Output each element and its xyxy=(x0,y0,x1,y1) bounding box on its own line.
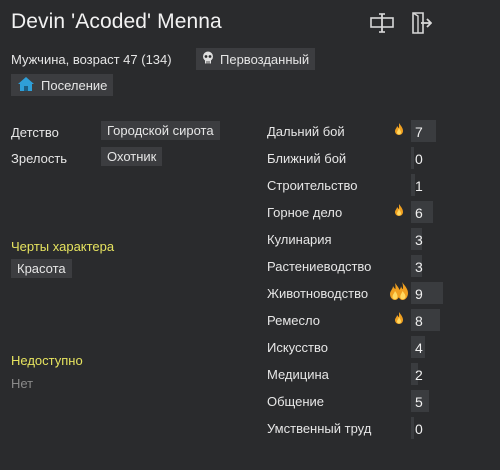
skill-name: Животноводство xyxy=(267,286,369,301)
skill-level-value: 0 xyxy=(415,151,423,167)
trait-chip[interactable]: Красота xyxy=(11,259,72,278)
skill-name: Ближний бой xyxy=(267,151,347,166)
rename-icon[interactable] xyxy=(369,10,395,36)
minor-passion-icon xyxy=(394,204,414,222)
pawn-name: Devin 'Acoded' Menna xyxy=(11,10,222,33)
adulthood-label: Зрелость xyxy=(11,151,68,166)
skill-name: Искусство xyxy=(267,340,328,355)
skill-name: Общение xyxy=(267,394,325,409)
adulthood-backstory[interactable]: Охотник xyxy=(101,147,163,166)
skill-name: Ремесло xyxy=(267,313,320,328)
skill-level-value: 8 xyxy=(415,313,423,329)
skill-name: Строительство xyxy=(267,178,358,193)
bio-summary: Мужчина, возраст 47 (134) xyxy=(11,52,172,67)
skull-icon xyxy=(202,51,214,67)
minor-passion-icon xyxy=(394,312,414,330)
skill-level-bar xyxy=(411,147,414,169)
home-icon xyxy=(17,76,35,95)
skill-level-value: 4 xyxy=(415,340,423,356)
incapable-title: Недоступно xyxy=(11,353,83,368)
skill-level-value: 1 xyxy=(415,178,423,194)
minor-passion-icon xyxy=(394,123,414,141)
major-passion-icon xyxy=(389,281,409,300)
incapable-value: Нет xyxy=(11,376,34,391)
skill-level-value: 3 xyxy=(415,259,423,275)
faction-label: Поселение xyxy=(41,77,108,93)
skill-level-value: 7 xyxy=(415,124,423,140)
traits-title: Черты характера xyxy=(11,239,115,254)
skill-name: Дальний бой xyxy=(267,124,345,139)
skill-name: Умственный труд xyxy=(267,421,372,436)
xenotype-label: Первозданный xyxy=(220,51,310,67)
skill-level-value: 9 xyxy=(415,286,423,302)
skill-name: Медицина xyxy=(267,367,329,382)
skill-level-value: 6 xyxy=(415,205,423,221)
skill-level-value: 0 xyxy=(415,421,423,437)
skill-level-value: 2 xyxy=(415,367,423,383)
childhood-label: Детство xyxy=(11,125,59,140)
faction-chip[interactable]: Поселение xyxy=(11,74,114,96)
skill-name: Растениеводство xyxy=(267,259,372,274)
skill-level-value: 5 xyxy=(415,394,423,410)
xenotype-chip[interactable]: Первозданный xyxy=(196,48,316,70)
childhood-backstory[interactable]: Городской сирота xyxy=(101,121,220,140)
exit-icon[interactable] xyxy=(408,10,434,36)
skill-level-value: 3 xyxy=(415,232,423,248)
skill-level-bar xyxy=(411,417,414,439)
skill-name: Кулинария xyxy=(267,232,332,247)
skill-name: Горное дело xyxy=(267,205,343,220)
